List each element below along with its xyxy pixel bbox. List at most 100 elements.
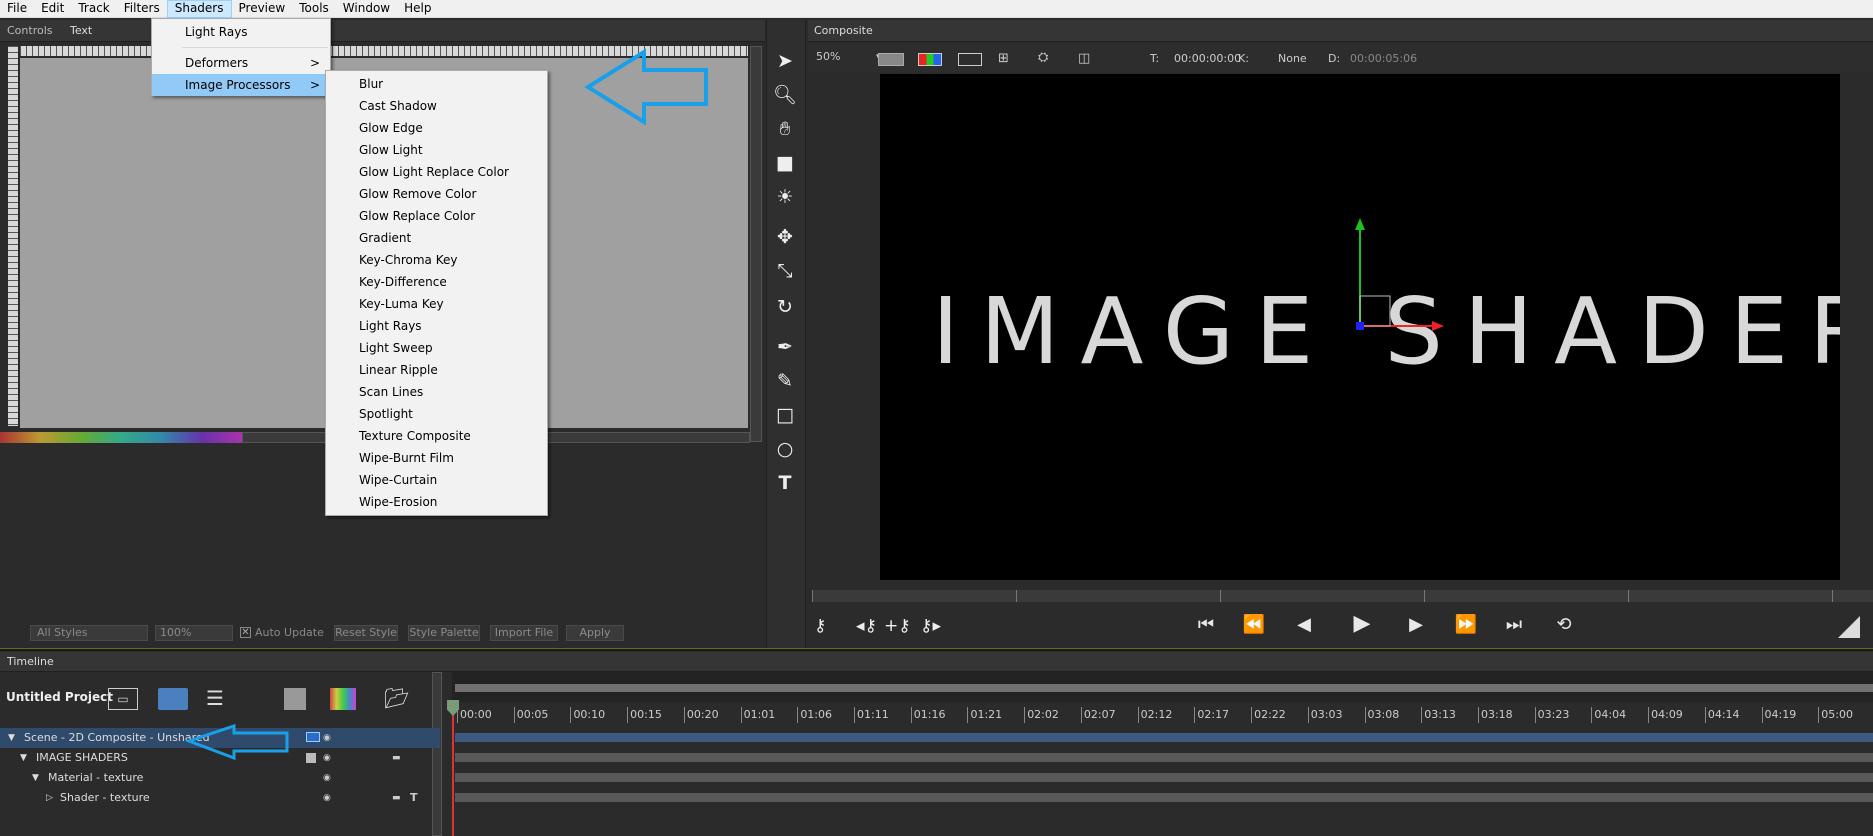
lock-icon[interactable]: ▬ xyxy=(392,748,401,768)
panel-divider[interactable] xyxy=(0,648,1873,651)
menu-tools[interactable]: Tools xyxy=(292,0,336,18)
grid-icon[interactable]: ⊞ xyxy=(998,51,1009,66)
submenu-item[interactable]: Gradient xyxy=(326,227,547,249)
submenu-item[interactable]: Light Rays xyxy=(326,315,547,337)
scale-icon[interactable]: ⤡ xyxy=(772,258,798,284)
resize-grip-icon[interactable] xyxy=(1838,616,1860,638)
track-bar-scene[interactable] xyxy=(455,733,1873,742)
color-bars-icon[interactable] xyxy=(330,688,356,710)
color-swatch-icon[interactable] xyxy=(306,753,316,763)
folder-open-icon[interactable]: 📂︎ xyxy=(384,686,409,710)
step-forward-icon[interactable]: ▶ xyxy=(1402,614,1430,635)
submenu-item[interactable]: Glow Light Replace Color xyxy=(326,161,547,183)
tab-controls[interactable]: Controls xyxy=(7,24,53,37)
eye-icon[interactable]: ◉ xyxy=(323,788,331,808)
safe-area-icon[interactable] xyxy=(958,53,982,66)
add-key-icon[interactable]: +⚷ xyxy=(884,616,911,636)
step-back-icon[interactable]: ◀ xyxy=(1290,614,1318,635)
background-swatch-icon[interactable] xyxy=(878,53,904,66)
next-key-icon[interactable]: ⚷▸ xyxy=(920,616,941,636)
solid-layer-icon[interactable] xyxy=(284,688,306,710)
menu-preview[interactable]: Preview xyxy=(232,0,293,18)
color-gradient-strip[interactable] xyxy=(0,432,242,443)
menu-help[interactable]: Help xyxy=(397,0,438,18)
loop-icon[interactable]: ⟲ xyxy=(1550,614,1578,635)
light-icon[interactable]: ☀ xyxy=(772,184,798,210)
track-bar-material[interactable] xyxy=(455,773,1873,782)
play-icon[interactable]: ▶ xyxy=(1348,611,1376,636)
zoom-icon[interactable]: 🔍︎ xyxy=(772,82,798,108)
submenu-item[interactable]: Wipe-Erosion xyxy=(326,491,547,513)
menu-file[interactable]: File xyxy=(0,0,34,18)
timeline-row-shader[interactable]: ▷ Shader - texture ◉ ▬ T xyxy=(0,788,440,808)
list-sort-icon[interactable]: ☰ xyxy=(206,686,224,710)
menu-item-light-rays[interactable]: Light Rays xyxy=(152,21,330,43)
menu-window[interactable]: Window xyxy=(336,0,397,18)
submenu-item[interactable]: Texture Composite xyxy=(326,425,547,447)
submenu-item[interactable]: Key-Chroma Key xyxy=(326,249,547,271)
submenu-item[interactable]: Wipe-Burnt Film xyxy=(326,447,547,469)
timeline-row-material[interactable]: ▼ Material - texture ◉ xyxy=(0,768,440,788)
time-ruler[interactable]: 00:00 00:05 00:10 00:15 00:20 01:01 01:06 01:11… xyxy=(455,707,1873,725)
transform-gizmo[interactable] xyxy=(1330,214,1450,334)
channels-icon[interactable] xyxy=(918,53,942,66)
submenu-item[interactable]: Glow Remove Color xyxy=(326,183,547,205)
percent-field[interactable]: 100% xyxy=(155,625,233,641)
submenu-item[interactable]: Spotlight xyxy=(326,403,547,425)
hand-icon[interactable]: ✋︎ xyxy=(772,116,798,142)
submenu-item[interactable]: Glow Light xyxy=(326,139,547,161)
menu-edit[interactable]: Edit xyxy=(34,0,71,18)
submenu-item[interactable]: Light Sweep xyxy=(326,337,547,359)
menu-track[interactable]: Track xyxy=(71,0,116,18)
text-tool-icon[interactable]: T xyxy=(772,470,798,496)
pencil-icon[interactable]: ✎ xyxy=(772,368,798,394)
submenu-item[interactable]: Glow Replace Color xyxy=(326,205,547,227)
lock-icon[interactable]: ▬ xyxy=(392,788,401,808)
rotate-icon[interactable]: ↻ xyxy=(772,294,798,320)
fast-forward-icon[interactable]: ⏩ xyxy=(1452,614,1480,635)
vertical-scrollbar[interactable] xyxy=(750,46,762,442)
eye-icon[interactable]: ◉ xyxy=(323,768,331,788)
camera-icon[interactable]: ■ xyxy=(772,150,798,176)
move-icon[interactable]: ✥ xyxy=(772,224,798,250)
ellipse-icon[interactable]: ○ xyxy=(772,436,798,462)
submenu-item[interactable]: Cast Shadow xyxy=(326,95,547,117)
zoom-level[interactable]: 50% xyxy=(816,50,840,63)
layout-icon[interactable]: ◫ xyxy=(1078,51,1090,66)
eye-icon[interactable]: ◉ xyxy=(323,728,331,748)
submenu-item[interactable]: Glow Edge xyxy=(326,117,547,139)
eye-icon[interactable]: ◉ xyxy=(323,748,331,768)
apply-button[interactable]: Apply xyxy=(566,625,624,641)
tab-text[interactable]: Text xyxy=(70,24,92,37)
styles-field[interactable]: All Styles xyxy=(30,625,148,641)
import-file-button[interactable]: Import File xyxy=(490,625,558,641)
rectangle-icon[interactable]: □ xyxy=(772,402,798,428)
style-palette-button[interactable]: Style Palette xyxy=(408,625,480,641)
submenu-item[interactable]: Linear Ripple xyxy=(326,359,547,381)
prev-key-icon[interactable]: ◂⚷ xyxy=(856,616,877,636)
rewind-icon[interactable]: ⏪ xyxy=(1240,614,1268,635)
time-scrubber[interactable] xyxy=(812,590,1873,602)
arrow-select-icon[interactable]: ➤ xyxy=(772,48,798,74)
work-area-bar[interactable] xyxy=(455,684,1873,692)
submenu-item[interactable]: Wipe-Curtain xyxy=(326,469,547,491)
submenu-item[interactable]: Blur xyxy=(326,73,547,95)
reset-style-button[interactable]: Reset Style xyxy=(334,625,398,641)
submenu-item[interactable]: Key-Luma Key xyxy=(326,293,547,315)
submenu-item[interactable]: Key-Difference xyxy=(326,271,547,293)
composite-viewport[interactable]: IMAGE SHADERS xyxy=(880,74,1840,580)
auto-update-checkbox[interactable]: ✕ xyxy=(240,627,251,638)
go-to-start-icon[interactable]: ⏮ xyxy=(1192,614,1220,635)
menu-item-deformers[interactable]: Deformers > xyxy=(152,52,330,74)
menu-shaders[interactable]: Shaders xyxy=(166,0,232,18)
playhead[interactable] xyxy=(452,702,454,836)
track-bar-text-layer[interactable] xyxy=(455,753,1873,762)
menu-filters[interactable]: Filters xyxy=(117,0,167,18)
key-icon[interactable]: ⚷ xyxy=(814,616,826,636)
camera-view-icon[interactable]: ⛭ xyxy=(1038,50,1048,65)
sphere-icon[interactable] xyxy=(158,688,188,710)
go-to-end-icon[interactable]: ⏭ xyxy=(1500,614,1528,635)
layout-view-icon[interactable]: ▭ xyxy=(108,688,138,710)
submenu-item[interactable]: Scan Lines xyxy=(326,381,547,403)
track-bar-shader[interactable] xyxy=(455,793,1873,802)
